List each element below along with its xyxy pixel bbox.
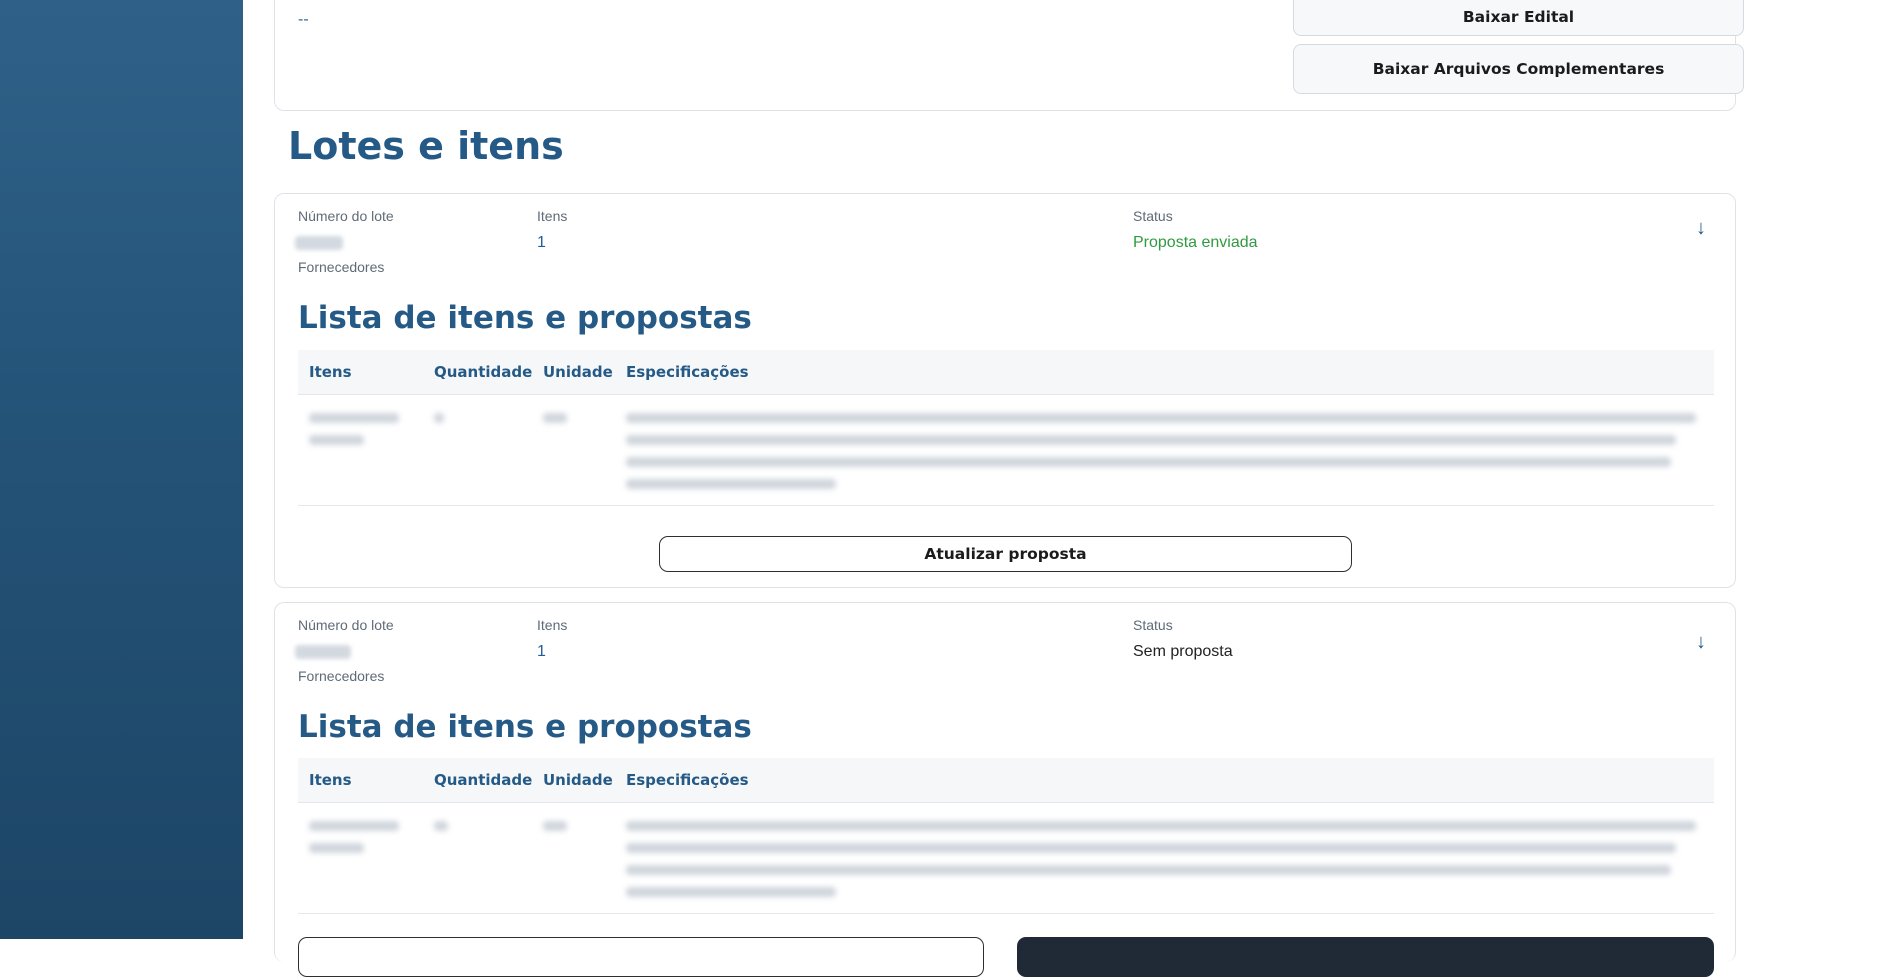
fornecedores-label: Fornecedores <box>298 259 385 275</box>
table-row <box>298 803 1714 914</box>
spec-blurred <box>626 413 1696 423</box>
spec-blurred <box>626 887 836 897</box>
unit-blurred <box>543 413 567 423</box>
col-unidade: Unidade <box>543 363 613 381</box>
items-list-title: Lista de itens e propostas <box>298 709 752 745</box>
spec-blurred <box>626 435 1676 445</box>
itens-label: Itens <box>537 617 568 633</box>
item-name-blurred <box>309 821 399 831</box>
table-header: Itens Quantidade Unidade Especificações <box>298 350 1714 395</box>
item-name-blurred <box>309 435 364 445</box>
lote-card: Número do lote Itens 1 Status Sem propos… <box>274 602 1736 977</box>
spec-blurred <box>626 457 1671 467</box>
table-row <box>298 395 1714 506</box>
lote-number-label: Número do lote <box>298 617 394 633</box>
arrow-down-icon[interactable]: ↓ <box>1689 630 1713 654</box>
spec-blurred <box>626 865 1671 875</box>
status-label: Status <box>1133 208 1173 224</box>
col-quantidade: Quantidade <box>434 771 533 789</box>
col-itens: Itens <box>309 771 352 789</box>
col-itens: Itens <box>309 363 352 381</box>
item-name-blurred <box>309 413 399 423</box>
download-complementary-files-button[interactable]: Baixar Arquivos Complementares <box>1293 44 1744 94</box>
spec-blurred <box>626 843 1676 853</box>
update-proposal-button[interactable]: Atualizar proposta <box>659 536 1352 572</box>
items-list-title: Lista de itens e propostas <box>298 300 752 336</box>
col-especificacoes: Especificações <box>626 771 749 789</box>
table-header: Itens Quantidade Unidade Especificações <box>298 758 1714 803</box>
item-name-blurred <box>309 843 364 853</box>
spec-blurred <box>626 479 836 489</box>
primary-action-button[interactable] <box>1017 937 1714 977</box>
col-unidade: Unidade <box>543 771 613 789</box>
unit-blurred <box>543 821 567 831</box>
lote-number-value <box>295 645 351 659</box>
items-table: Itens Quantidade Unidade Especificações <box>298 350 1714 506</box>
col-especificacoes: Especificações <box>626 363 749 381</box>
fornecedores-label: Fornecedores <box>298 668 385 684</box>
main-content: -- Baixar Edital Baixar Arquivos Complem… <box>243 0 1879 977</box>
status-value: Sem proposta <box>1133 643 1233 660</box>
section-title: Lotes e itens <box>288 124 564 168</box>
itens-count: 1 <box>537 234 546 251</box>
quantity-blurred <box>434 413 444 423</box>
secondary-action-button[interactable] <box>298 937 984 977</box>
status-label: Status <box>1133 617 1173 633</box>
download-edital-button[interactable]: Baixar Edital <box>1293 0 1744 36</box>
itens-label: Itens <box>537 208 568 224</box>
col-quantidade: Quantidade <box>434 363 533 381</box>
itens-count: 1 <box>537 643 546 660</box>
sidebar <box>0 0 243 939</box>
lote-number-value <box>295 236 343 250</box>
spec-blurred <box>626 821 1696 831</box>
items-table: Itens Quantidade Unidade Especificações <box>298 758 1714 914</box>
quantity-blurred <box>434 821 448 831</box>
edital-empty-value: -- <box>298 11 309 28</box>
lote-card: Número do lote Itens 1 Status Proposta e… <box>274 193 1736 588</box>
status-value: Proposta enviada <box>1133 234 1258 251</box>
arrow-down-icon[interactable]: ↓ <box>1689 216 1713 240</box>
lote-number-label: Número do lote <box>298 208 394 224</box>
